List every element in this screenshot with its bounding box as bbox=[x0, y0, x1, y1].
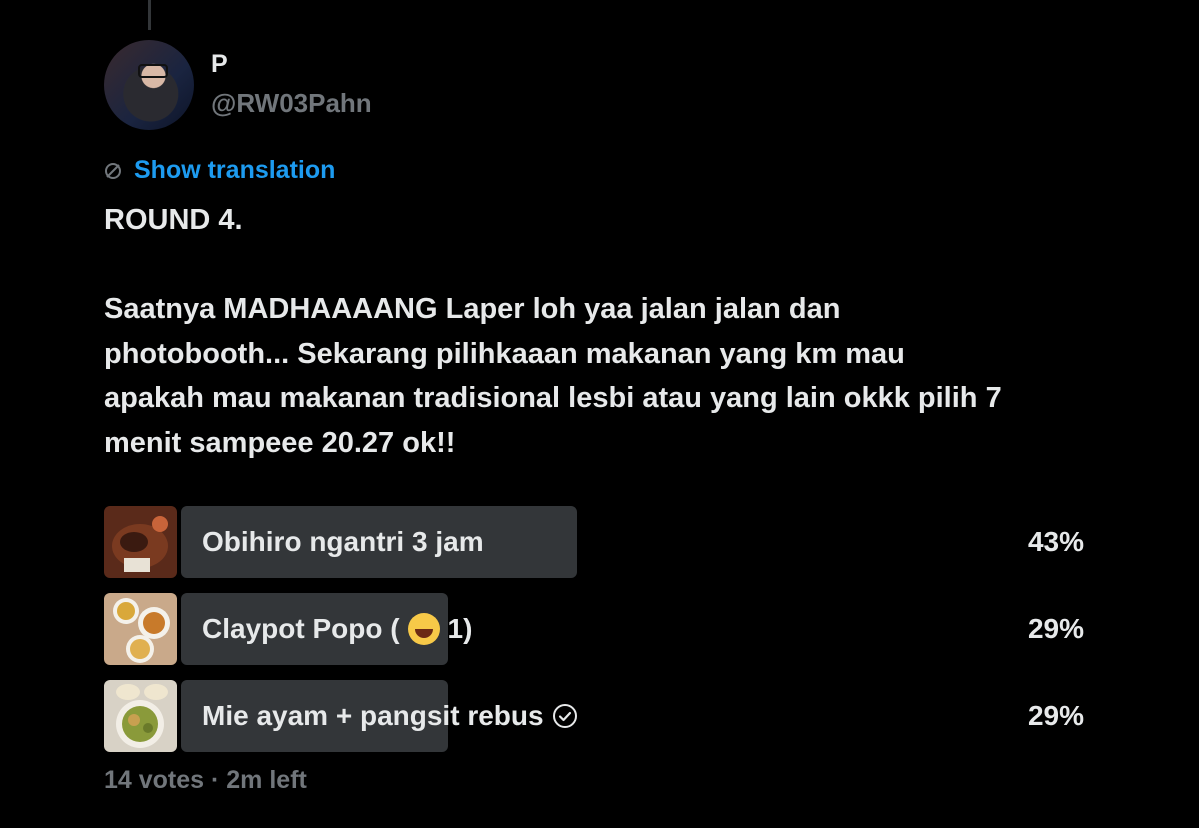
poll-option-1[interactable]: Obihiro ngantri 3 jam 43% bbox=[104, 506, 1084, 578]
poll-option-percent: 29% bbox=[1027, 700, 1084, 731]
poll-option-text: Claypot Popo ( bbox=[202, 613, 400, 644]
food-thumbnail bbox=[104, 593, 177, 665]
check-circle-icon bbox=[552, 704, 577, 728]
avatar-glasses bbox=[138, 64, 168, 78]
poll-option-percent: 43% bbox=[1027, 526, 1084, 557]
translate-icon bbox=[105, 162, 121, 179]
poll-meta: 14 votes · 2m left bbox=[104, 766, 307, 794]
poll-option-suffix: 1) bbox=[447, 613, 473, 644]
food-thumbnail bbox=[104, 680, 177, 752]
poll: Obihiro ngantri 3 jam 43% Claypot Popo (… bbox=[104, 506, 1084, 767]
tweet-line: menit sampeee 20.27 ok!! bbox=[104, 426, 456, 459]
show-translation-row[interactable]: Show translation bbox=[104, 156, 335, 185]
face-with-tears-of-joy-icon bbox=[407, 613, 440, 645]
tweet-line: Saatnya MADHAAAANG Laper loh yaa jalan j… bbox=[104, 293, 841, 325]
author-name[interactable]: P bbox=[211, 50, 228, 79]
tweet-text: ROUND 4. Saatnya MADHAAAANG Laper loh ya… bbox=[104, 198, 1144, 465]
poll-option-3[interactable]: Mie ayam + pangsit rebus 29% bbox=[104, 680, 1084, 752]
poll-option-label: Obihiro ngantri 3 jam bbox=[202, 506, 484, 578]
tweet-line: apakah mau makanan tradisional lesbi ata… bbox=[104, 382, 1002, 414]
thread-connector-line bbox=[148, 0, 151, 30]
poll-option-label: Claypot Popo ( 1) bbox=[202, 593, 472, 665]
poll-option-label: Mie ayam + pangsit rebus bbox=[202, 680, 578, 752]
tweet-line: ROUND 4. bbox=[104, 204, 243, 236]
tweet-line: photobooth... Sekarang pilihkaaan makana… bbox=[104, 337, 905, 370]
poll-option-text: Mie ayam + pangsit rebus bbox=[202, 700, 544, 731]
poll-option-2[interactable]: Claypot Popo ( 1) 29% bbox=[104, 593, 1084, 665]
poll-option-text: Obihiro ngantri 3 jam bbox=[202, 526, 484, 557]
show-translation-link[interactable]: Show translation bbox=[134, 156, 335, 185]
poll-option-percent: 29% bbox=[1027, 613, 1084, 644]
avatar[interactable] bbox=[104, 40, 194, 130]
food-thumbnail bbox=[104, 506, 177, 578]
author-handle[interactable]: @RW03Pahn bbox=[211, 88, 372, 119]
